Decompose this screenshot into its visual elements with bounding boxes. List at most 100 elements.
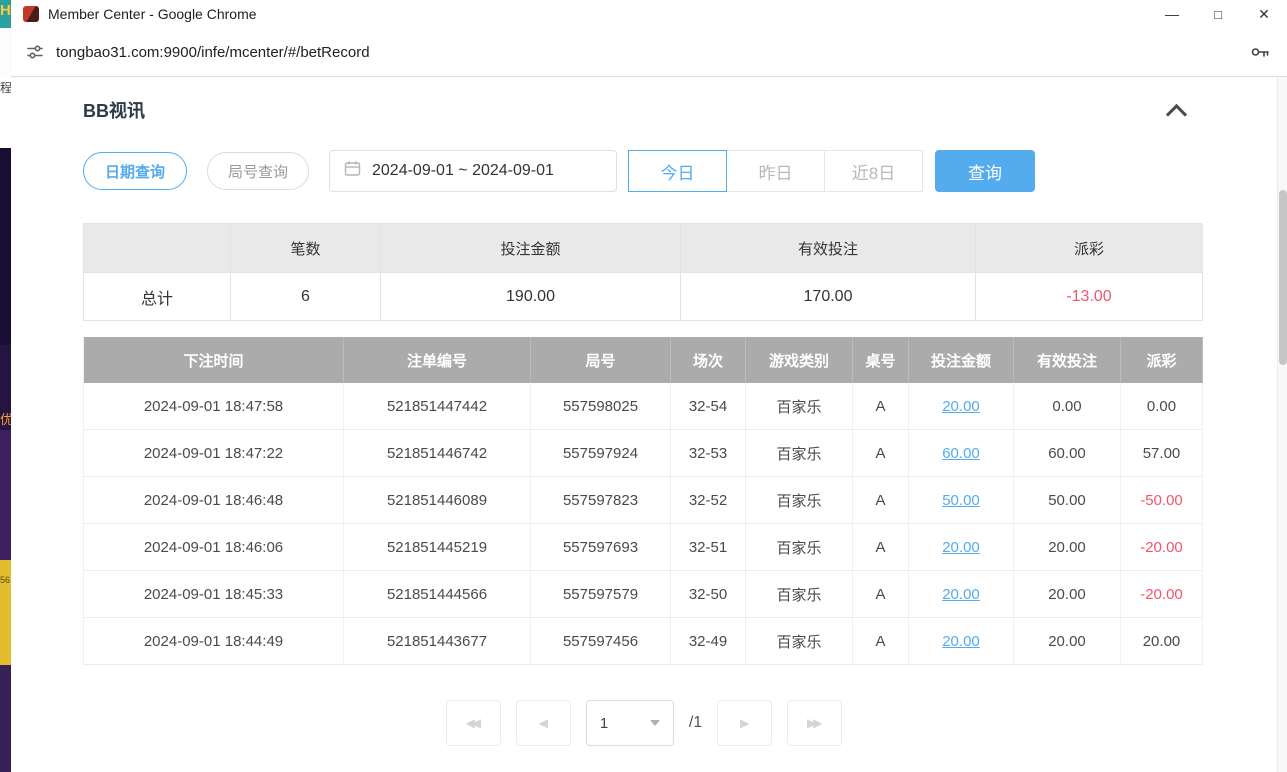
summary-count: 6 bbox=[231, 273, 381, 321]
round-number-cell: 557597924 bbox=[531, 430, 671, 477]
table-row: 2024-09-01 18:44:49 521851443677 5575974… bbox=[84, 618, 1202, 665]
prev-page-button[interactable]: ◀ bbox=[516, 700, 571, 746]
date-query-tab[interactable]: 日期查询 bbox=[83, 152, 187, 190]
summary-header-valid-bet: 有效投注 bbox=[681, 224, 976, 273]
summary-header-bet-amount: 投注金额 bbox=[381, 224, 681, 273]
bet-record-table: 下注时间 注单编号 局号 场次 游戏类别 桌号 投注金额 有效投注 派彩 202… bbox=[83, 337, 1202, 665]
bet-id-cell: 521851443677 bbox=[344, 618, 531, 665]
header-valid-bet: 有效投注 bbox=[1014, 337, 1121, 383]
round-number-cell: 557598025 bbox=[531, 383, 671, 430]
summary-bet-amount: 190.00 bbox=[381, 273, 681, 321]
background-text: 优 bbox=[0, 345, 11, 430]
url-input[interactable]: tongbao31.com:9900/infe/mcenter/#/betRec… bbox=[56, 44, 370, 61]
background-text: 56 bbox=[0, 560, 11, 665]
game-type-cell: 百家乐 bbox=[746, 524, 853, 571]
round-number-cell: 557597456 bbox=[531, 618, 671, 665]
bet-table-header: 下注时间 注单编号 局号 场次 游戏类别 桌号 投注金额 有效投注 派彩 bbox=[84, 337, 1202, 383]
bet-id-cell: 521851447442 bbox=[344, 383, 531, 430]
game-type-cell: 百家乐 bbox=[746, 383, 853, 430]
scrollbar-thumb[interactable] bbox=[1279, 190, 1287, 365]
bet-amount-link[interactable]: 20.00 bbox=[909, 524, 1014, 571]
bet-table-body: 2024-09-01 18:47:58 521851447442 5575980… bbox=[84, 383, 1202, 665]
table-row: 2024-09-01 18:47:58 521851447442 5575980… bbox=[84, 383, 1202, 430]
game-type-cell: 百家乐 bbox=[746, 618, 853, 665]
chrome-window: Member Center - Google Chrome — □ ✕ tong… bbox=[11, 0, 1287, 772]
valid-bet-cell: 20.00 bbox=[1014, 618, 1121, 665]
game-type-cell: 百家乐 bbox=[746, 571, 853, 618]
header-round-number: 局号 bbox=[531, 337, 671, 383]
summary-table: 笔数 投注金额 有效投注 派彩 总计 6 190.00 170.00 -13.0… bbox=[83, 223, 1202, 321]
header-payout: 派彩 bbox=[1121, 337, 1203, 383]
maximize-button[interactable]: □ bbox=[1195, 0, 1241, 28]
round-number-cell: 557597579 bbox=[531, 571, 671, 618]
table-number-cell: A bbox=[853, 430, 909, 477]
date-range-value: 2024-09-01 ~ 2024-09-01 bbox=[372, 162, 554, 180]
background-text: 程 bbox=[0, 78, 11, 148]
bet-id-cell: 521851446742 bbox=[344, 430, 531, 477]
bet-time-cell: 2024-09-01 18:46:06 bbox=[84, 524, 344, 571]
last8days-button[interactable]: 近8日 bbox=[824, 150, 923, 192]
payout-cell: -50.00 bbox=[1121, 477, 1203, 524]
round-number-cell: 557597823 bbox=[531, 477, 671, 524]
payout-cell: 57.00 bbox=[1121, 430, 1203, 477]
bet-amount-link[interactable]: 50.00 bbox=[909, 477, 1014, 524]
search-button[interactable]: 查询 bbox=[935, 150, 1035, 192]
table-row: 2024-09-01 18:47:22 521851446742 5575979… bbox=[84, 430, 1202, 477]
pagination: ◀◀ ◀ 1 /1 ▶ ▶▶ bbox=[11, 700, 1277, 746]
first-page-button[interactable]: ◀◀ bbox=[446, 700, 501, 746]
bet-id-cell: 521851445219 bbox=[344, 524, 531, 571]
calendar-icon bbox=[344, 160, 361, 182]
bet-amount-link[interactable]: 20.00 bbox=[909, 571, 1014, 618]
bet-id-cell: 521851444566 bbox=[344, 571, 531, 618]
vertical-scrollbar[interactable] bbox=[1277, 77, 1287, 772]
background-segment bbox=[0, 148, 11, 345]
background-segment bbox=[0, 28, 11, 78]
summary-payout: -13.00 bbox=[976, 273, 1203, 321]
table-row: 2024-09-01 18:45:33 521851444566 5575975… bbox=[84, 571, 1202, 618]
today-button[interactable]: 今日 bbox=[628, 150, 727, 192]
payout-cell: 20.00 bbox=[1121, 618, 1203, 665]
window-title: Member Center - Google Chrome bbox=[48, 6, 257, 22]
valid-bet-cell: 0.00 bbox=[1014, 383, 1121, 430]
bet-amount-link[interactable]: 20.00 bbox=[909, 618, 1014, 665]
site-info-icon[interactable] bbox=[25, 42, 45, 62]
round-query-tab[interactable]: 局号查询 bbox=[207, 152, 309, 190]
minimize-button[interactable]: — bbox=[1149, 0, 1195, 28]
page-title: BB视讯 bbox=[83, 97, 145, 123]
page-select[interactable]: 1 bbox=[586, 700, 674, 746]
last-page-button[interactable]: ▶▶ bbox=[787, 700, 842, 746]
close-button[interactable]: ✕ bbox=[1241, 0, 1287, 28]
chevron-down-icon bbox=[650, 720, 660, 726]
bet-amount-link[interactable]: 60.00 bbox=[909, 430, 1014, 477]
session-cell: 32-54 bbox=[671, 383, 746, 430]
table-number-cell: A bbox=[853, 477, 909, 524]
table-row: 2024-09-01 18:46:48 521851446089 5575978… bbox=[84, 477, 1202, 524]
window-controls: — □ ✕ bbox=[1149, 0, 1287, 28]
quick-date-segments: 今日 昨日 近8日 bbox=[628, 150, 923, 192]
bet-record-page: BB视讯 日期查询 局号查询 2024-09-01 ~ 2024-09-01 今… bbox=[11, 77, 1277, 772]
date-range-picker[interactable]: 2024-09-01 ~ 2024-09-01 bbox=[329, 150, 617, 192]
payout-cell: 0.00 bbox=[1121, 383, 1203, 430]
header-bet-id: 注单编号 bbox=[344, 337, 531, 383]
header-game-type: 游戏类别 bbox=[746, 337, 853, 383]
summary-header-row: 笔数 投注金额 有效投注 派彩 bbox=[84, 224, 1202, 273]
bet-amount-link[interactable]: 20.00 bbox=[909, 383, 1014, 430]
next-page-button[interactable]: ▶ bbox=[717, 700, 772, 746]
bet-time-cell: 2024-09-01 18:45:33 bbox=[84, 571, 344, 618]
bet-time-cell: 2024-09-01 18:46:48 bbox=[84, 477, 344, 524]
table-row: 2024-09-01 18:46:06 521851445219 5575976… bbox=[84, 524, 1202, 571]
table-number-cell: A bbox=[853, 383, 909, 430]
chevron-up-icon[interactable] bbox=[1166, 104, 1187, 125]
summary-header-payout: 派彩 bbox=[976, 224, 1203, 273]
header-table-number: 桌号 bbox=[853, 337, 909, 383]
yesterday-button[interactable]: 昨日 bbox=[726, 150, 825, 192]
page-select-value: 1 bbox=[600, 715, 608, 732]
header-session: 场次 bbox=[671, 337, 746, 383]
summary-valid-bet: 170.00 bbox=[681, 273, 976, 321]
site-favicon bbox=[23, 6, 39, 22]
bet-time-cell: 2024-09-01 18:47:22 bbox=[84, 430, 344, 477]
password-key-icon[interactable] bbox=[1249, 41, 1271, 63]
session-cell: 32-50 bbox=[671, 571, 746, 618]
session-cell: 32-49 bbox=[671, 618, 746, 665]
table-number-cell: A bbox=[853, 618, 909, 665]
